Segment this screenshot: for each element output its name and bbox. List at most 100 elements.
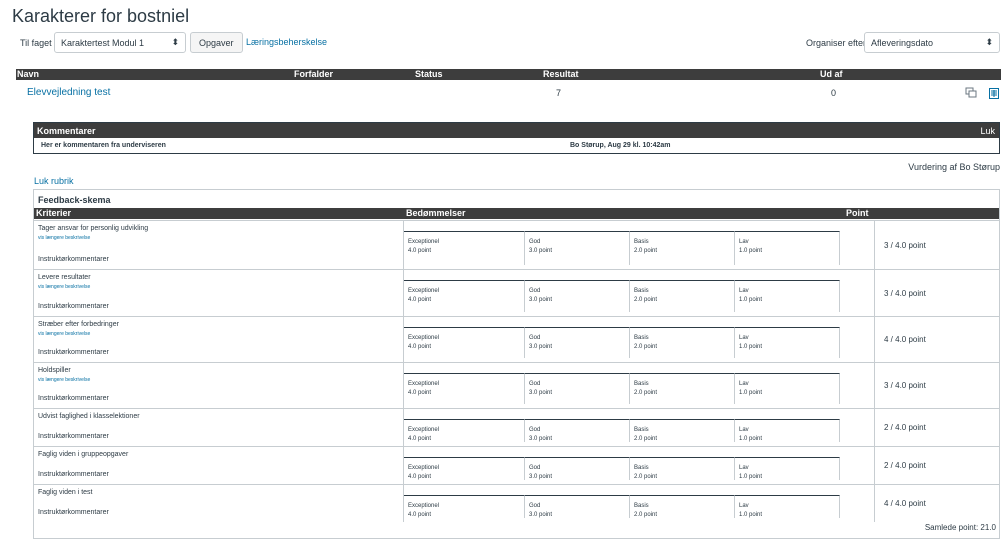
rating-name: Exceptionel bbox=[408, 503, 440, 509]
comments-header: Kommentarer Luk bbox=[34, 123, 999, 138]
rating-name: Lav bbox=[739, 239, 749, 245]
rubric-criterion-row: Udvist faglighed i klasselektioner Instru… bbox=[34, 408, 999, 446]
rubric-criterion-row: Faglig viden i test Instruktørkommentarer… bbox=[34, 484, 999, 522]
course-select[interactable]: Karaktertest Modul 1 ⬍ bbox=[54, 32, 186, 53]
comments-title: Kommentarer bbox=[37, 126, 96, 136]
rating-points: 1.0 point bbox=[739, 474, 763, 480]
rating-option[interactable]: God 3.0 point bbox=[525, 495, 630, 518]
header-out-of[interactable]: Ud af bbox=[820, 69, 843, 80]
grades-table-header: Navn Forfalder Status Resultat Ud af bbox=[16, 69, 1001, 80]
rating-option[interactable]: Lav 1.0 point bbox=[735, 419, 840, 442]
header-name[interactable]: Navn bbox=[17, 69, 39, 80]
rating-option[interactable]: God 3.0 point bbox=[525, 457, 630, 480]
instructor-comments-label: Instruktørkommentarer bbox=[38, 433, 109, 440]
rating-points: 3.0 point bbox=[529, 512, 553, 518]
rating-option[interactable]: Basis 2.0 point bbox=[630, 495, 735, 518]
show-longer-description-link[interactable]: vis længere beskrivelse bbox=[38, 331, 90, 337]
rating-option[interactable]: Basis 2.0 point bbox=[630, 457, 735, 480]
rating-option[interactable]: God 3.0 point bbox=[525, 327, 630, 358]
comments-close-link[interactable]: Luk bbox=[980, 126, 995, 136]
rating-option[interactable]: Basis 2.0 point bbox=[630, 373, 735, 404]
rating-name: God bbox=[529, 239, 541, 245]
rating-points: 1.0 point bbox=[739, 436, 763, 442]
criterion-name: Udvist faglighed i klasselektioner bbox=[38, 413, 140, 420]
assignment-link[interactable]: Elevvejledning test bbox=[27, 87, 110, 98]
rating-option[interactable]: God 3.0 point bbox=[525, 373, 630, 404]
rating-option[interactable]: Basis 2.0 point bbox=[630, 327, 735, 358]
show-longer-description-link[interactable]: vis længere beskrivelse bbox=[38, 235, 90, 241]
rating-name: Lav bbox=[739, 381, 749, 387]
rating-points: 1.0 point bbox=[739, 512, 763, 518]
assignments-button[interactable]: Opgaver bbox=[190, 32, 243, 53]
rating-option[interactable]: God 3.0 point bbox=[525, 419, 630, 442]
rating-option[interactable]: Exceptionel 4.0 point bbox=[404, 231, 525, 265]
rating-name: Exceptionel bbox=[408, 335, 440, 341]
learning-mastery-link[interactable]: Læringsbeherskelse bbox=[246, 37, 327, 47]
rating-name: Lav bbox=[739, 465, 749, 471]
criterion-points: 3 / 4.0 point bbox=[884, 288, 926, 298]
comment-icon[interactable] bbox=[965, 87, 977, 99]
rating-option[interactable]: Lav 1.0 point bbox=[735, 457, 840, 480]
header-score[interactable]: Resultat bbox=[543, 69, 579, 80]
rating-name: God bbox=[529, 288, 541, 294]
criterion-name: Levere resultater bbox=[38, 274, 91, 281]
organize-select-value: Afleveringsdato bbox=[871, 38, 934, 48]
rubric-header-criteria: Kriterier bbox=[36, 208, 72, 218]
rating-option[interactable]: Exceptionel 4.0 point bbox=[404, 495, 525, 518]
rating-name: Exceptionel bbox=[408, 465, 440, 471]
criterion-name: Faglig viden i gruppeopgaver bbox=[38, 451, 129, 458]
rubric-icon[interactable] bbox=[988, 87, 1000, 99]
criterion-cell: Tager ansvar for personlig udvikling vis … bbox=[38, 221, 398, 269]
criterion-name: Stræber efter forbedringer bbox=[38, 321, 119, 328]
rating-option[interactable]: God 3.0 point bbox=[525, 231, 630, 265]
rating-option[interactable]: Basis 2.0 point bbox=[630, 419, 735, 442]
rating-points: 4.0 point bbox=[408, 474, 432, 480]
instructor-comments-label: Instruktørkommentarer bbox=[38, 509, 109, 516]
rubric-criterion-row: Stræber efter forbedringer vis længere be… bbox=[34, 316, 999, 362]
header-due[interactable]: Forfalder bbox=[294, 69, 333, 80]
rating-option[interactable]: Lav 1.0 point bbox=[735, 495, 840, 518]
rating-points: 3.0 point bbox=[529, 474, 553, 480]
rubric-header-points: Point bbox=[846, 208, 869, 218]
rating-option[interactable]: Exceptionel 4.0 point bbox=[404, 419, 525, 442]
rating-name: Lav bbox=[739, 503, 749, 509]
select-arrow-icon: ⬍ bbox=[171, 37, 179, 47]
rating-option[interactable]: Basis 2.0 point bbox=[630, 280, 735, 312]
header-status[interactable]: Status bbox=[415, 69, 443, 80]
rating-points: 3.0 point bbox=[529, 344, 553, 350]
show-longer-description-link[interactable]: vis længere beskrivelse bbox=[38, 377, 90, 383]
rating-option[interactable]: Exceptionel 4.0 point bbox=[404, 457, 525, 480]
rating-points: 2.0 point bbox=[634, 344, 658, 350]
rating-option[interactable]: God 3.0 point bbox=[525, 280, 630, 312]
show-longer-description-link[interactable]: vis længere beskrivelse bbox=[38, 284, 90, 290]
rubric-criterion-row: Faglig viden i gruppeopgaver Instruktørko… bbox=[34, 446, 999, 484]
rating-points: 4.0 point bbox=[408, 512, 432, 518]
comment-row: Her er kommentaren fra underviseren Bo S… bbox=[34, 138, 999, 153]
close-rubric-link[interactable]: Luk rubrik bbox=[34, 176, 74, 186]
rating-name: God bbox=[529, 465, 541, 471]
rating-points: 1.0 point bbox=[739, 390, 763, 396]
controls-bar: Til faget Karaktertest Modul 1 ⬍ Opgaver… bbox=[0, 30, 1004, 54]
rating-points: 4.0 point bbox=[408, 297, 432, 303]
rating-option[interactable]: Exceptionel 4.0 point bbox=[404, 373, 525, 404]
rubric-criterion-row: Levere resultater vis længere beskrivelse… bbox=[34, 269, 999, 316]
course-label: Til faget bbox=[20, 38, 52, 48]
rating-points: 1.0 point bbox=[739, 248, 763, 254]
rating-points: 4.0 point bbox=[408, 436, 432, 442]
rating-name: God bbox=[529, 381, 541, 387]
rating-option[interactable]: Lav 1.0 point bbox=[735, 327, 840, 358]
organize-select[interactable]: Afleveringsdato ⬍ bbox=[864, 32, 1000, 53]
rating-name: Exceptionel bbox=[408, 381, 440, 387]
rating-option[interactable]: Lav 1.0 point bbox=[735, 373, 840, 404]
rating-points: 1.0 point bbox=[739, 297, 763, 303]
rating-option[interactable]: Exceptionel 4.0 point bbox=[404, 327, 525, 358]
criterion-points: 4 / 4.0 point bbox=[884, 335, 926, 344]
rating-points: 2.0 point bbox=[634, 436, 658, 442]
rating-option[interactable]: Lav 1.0 point bbox=[735, 231, 840, 265]
rating-option[interactable]: Exceptionel 4.0 point bbox=[404, 280, 525, 312]
rating-option[interactable]: Lav 1.0 point bbox=[735, 280, 840, 312]
criterion-points: 3 / 4.0 point bbox=[884, 381, 926, 390]
rating-points: 2.0 point bbox=[634, 248, 658, 254]
criterion-points: 2 / 4.0 point bbox=[884, 423, 926, 432]
rating-option[interactable]: Basis 2.0 point bbox=[630, 231, 735, 265]
